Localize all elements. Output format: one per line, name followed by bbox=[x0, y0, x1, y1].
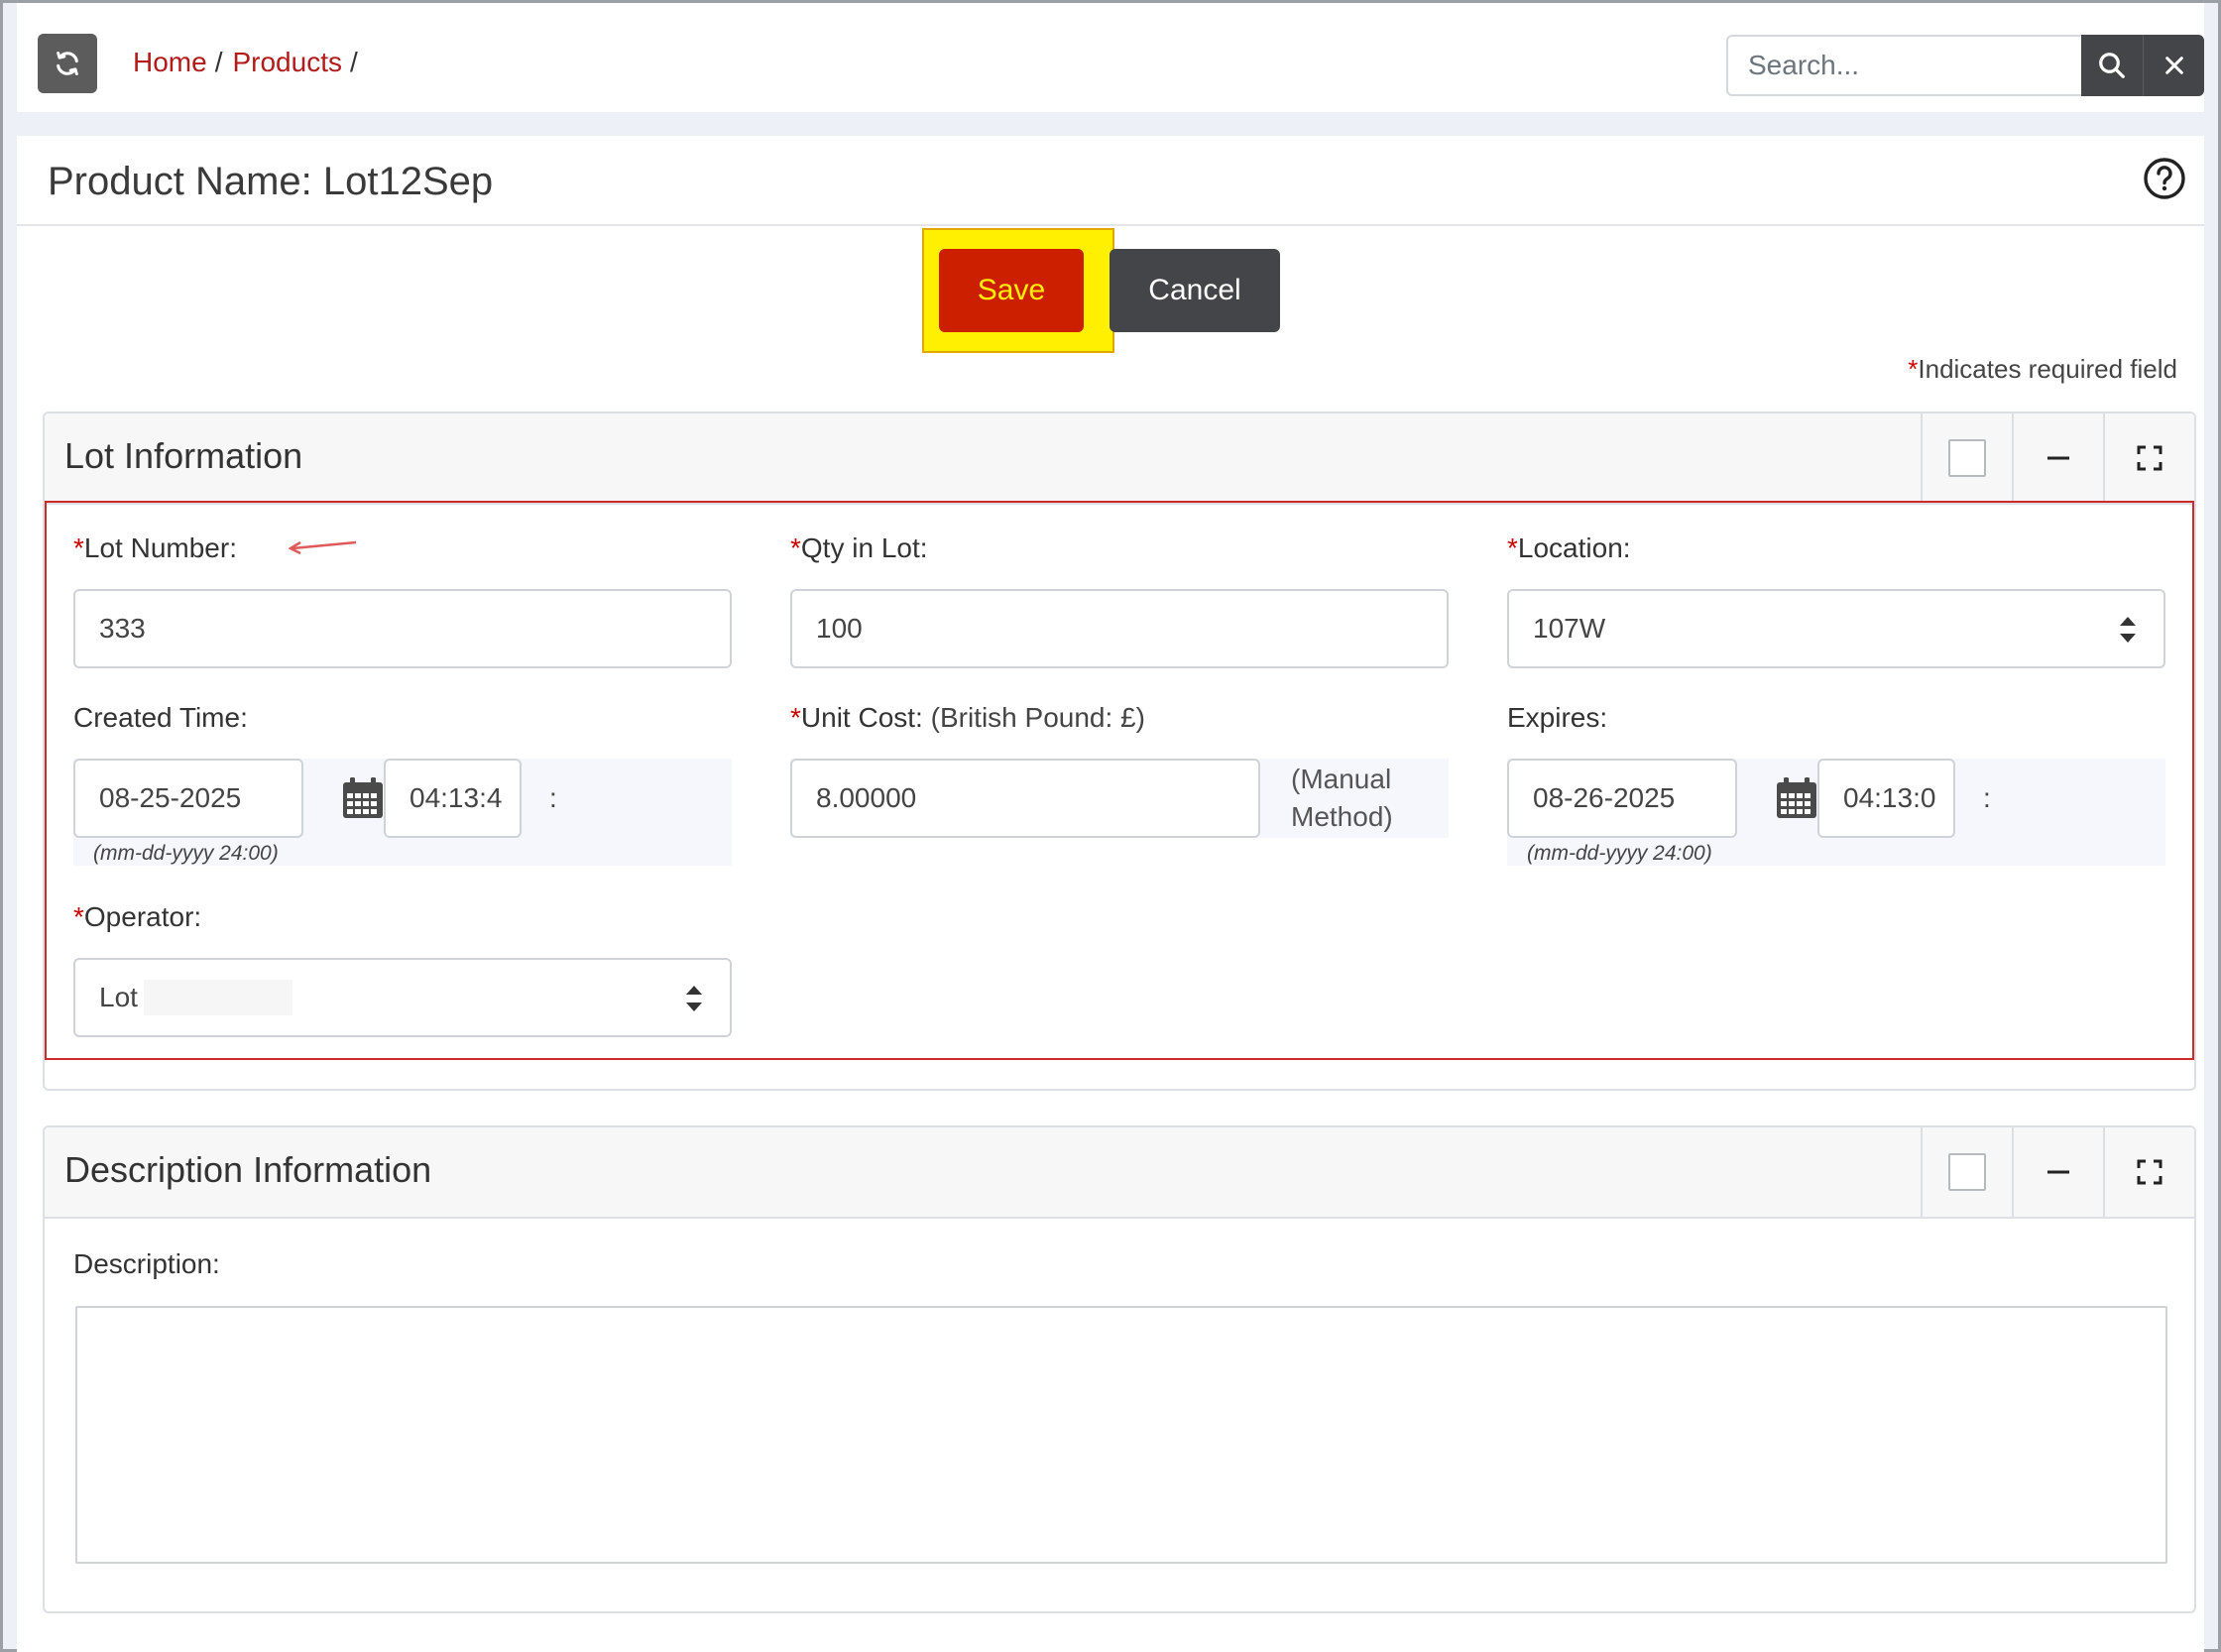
redacted-text bbox=[143, 980, 292, 1015]
calendar-icon[interactable] bbox=[340, 775, 386, 821]
location-select[interactable]: 107W bbox=[1507, 589, 2165, 668]
calendar-icon[interactable] bbox=[1774, 775, 1819, 821]
arrow-annotation bbox=[288, 540, 357, 555]
cancel-button[interactable]: Cancel bbox=[1110, 249, 1280, 332]
expand-button[interactable] bbox=[2103, 1127, 2194, 1217]
expires-label: Expires: bbox=[1507, 702, 1608, 733]
unit-cost-input[interactable]: 8.00000 bbox=[790, 759, 1260, 838]
refresh-icon bbox=[57, 51, 78, 76]
card-title: Description Information bbox=[64, 1149, 432, 1190]
title-divider bbox=[17, 224, 2204, 226]
clear-search-button[interactable] bbox=[2143, 35, 2204, 96]
breadcrumb-separator: / bbox=[349, 47, 358, 77]
time-colon: : bbox=[1983, 782, 1991, 813]
expand-button[interactable] bbox=[2103, 413, 2194, 503]
checkbox-icon bbox=[1948, 1153, 1986, 1191]
operator-select[interactable]: Lot bbox=[73, 958, 732, 1037]
location-value: 107W bbox=[1533, 613, 1606, 644]
minus-icon bbox=[2047, 456, 2069, 460]
select-arrows-icon bbox=[686, 986, 702, 1011]
checkbox-icon bbox=[1948, 439, 1986, 477]
lot-number-input[interactable]: 333 bbox=[73, 589, 732, 668]
qty-in-lot-label: *Qty in Lot: bbox=[790, 532, 928, 563]
expand-icon bbox=[2137, 1159, 2163, 1185]
description-information-card: Description Information Description: bbox=[43, 1125, 2196, 1613]
date-format-hint: (mm-dd-yyyy 24:00) bbox=[1527, 842, 1712, 865]
breadcrumb-separator: / bbox=[214, 47, 223, 77]
breadcrumb-home[interactable]: Home bbox=[133, 47, 207, 78]
created-date-input[interactable]: 08-25-2025 bbox=[73, 759, 303, 838]
breadcrumb: Home / Products / bbox=[133, 47, 368, 78]
cost-method-text: (Manual Method) bbox=[1291, 764, 1393, 832]
description-label: Description: bbox=[73, 1248, 220, 1279]
search-button[interactable] bbox=[2081, 35, 2143, 96]
save-button[interactable]: Save bbox=[939, 249, 1084, 332]
minus-icon bbox=[2047, 1170, 2069, 1174]
collapse-button[interactable] bbox=[2012, 1127, 2103, 1217]
search-icon bbox=[2099, 53, 2125, 78]
card-header: Lot Information bbox=[45, 413, 2194, 505]
card-select-checkbox[interactable] bbox=[1921, 1127, 2012, 1217]
expand-icon bbox=[2137, 445, 2163, 471]
description-textarea[interactable] bbox=[75, 1306, 2167, 1564]
required-note-text: Indicates required field bbox=[1918, 354, 2177, 384]
main-panel: Product Name: Lot12Sep Save Cancel *Indi… bbox=[17, 136, 2204, 1652]
card-select-checkbox[interactable] bbox=[1921, 413, 2012, 503]
search-input[interactable] bbox=[1726, 35, 2101, 96]
collapse-button[interactable] bbox=[2012, 413, 2103, 503]
qty-in-lot-input[interactable]: 100 bbox=[790, 589, 1449, 668]
created-time-label: Created Time: bbox=[73, 702, 248, 733]
created-time-input[interactable]: 04:13:4 bbox=[384, 759, 522, 838]
required-star: * bbox=[1908, 354, 1919, 384]
operator-value: Lot bbox=[99, 982, 138, 1012]
help-icon[interactable] bbox=[2142, 156, 2187, 201]
card-tools bbox=[1921, 1127, 2194, 1217]
refresh-button[interactable] bbox=[38, 34, 97, 93]
card-header: Description Information bbox=[45, 1127, 2194, 1219]
operator-label: *Operator: bbox=[73, 901, 202, 932]
unit-cost-label: *Unit Cost: (British Pound: £) bbox=[790, 702, 1145, 733]
location-label: *Location: bbox=[1507, 532, 1631, 563]
expires-date-input[interactable]: 08-26-2025 bbox=[1507, 759, 1737, 838]
lot-information-card: Lot Information *Lot Number: 333 *Qty in bbox=[43, 412, 2196, 1091]
required-field-note: *Indicates required field bbox=[1908, 354, 2177, 385]
date-format-hint: (mm-dd-yyyy 24:00) bbox=[93, 842, 279, 865]
page-title: Product Name: Lot12Sep bbox=[48, 160, 494, 203]
lot-number-label: *Lot Number: bbox=[73, 532, 237, 563]
card-tools bbox=[1921, 413, 2194, 503]
close-icon bbox=[2164, 57, 2183, 74]
expires-time-input[interactable]: 04:13:0 bbox=[1817, 759, 1955, 838]
breadcrumb-products[interactable]: Products bbox=[232, 47, 342, 78]
card-title: Lot Information bbox=[64, 435, 303, 476]
select-arrows-icon bbox=[2120, 617, 2136, 643]
top-header: Home / Products / bbox=[17, 3, 2204, 112]
time-colon: : bbox=[549, 782, 557, 813]
